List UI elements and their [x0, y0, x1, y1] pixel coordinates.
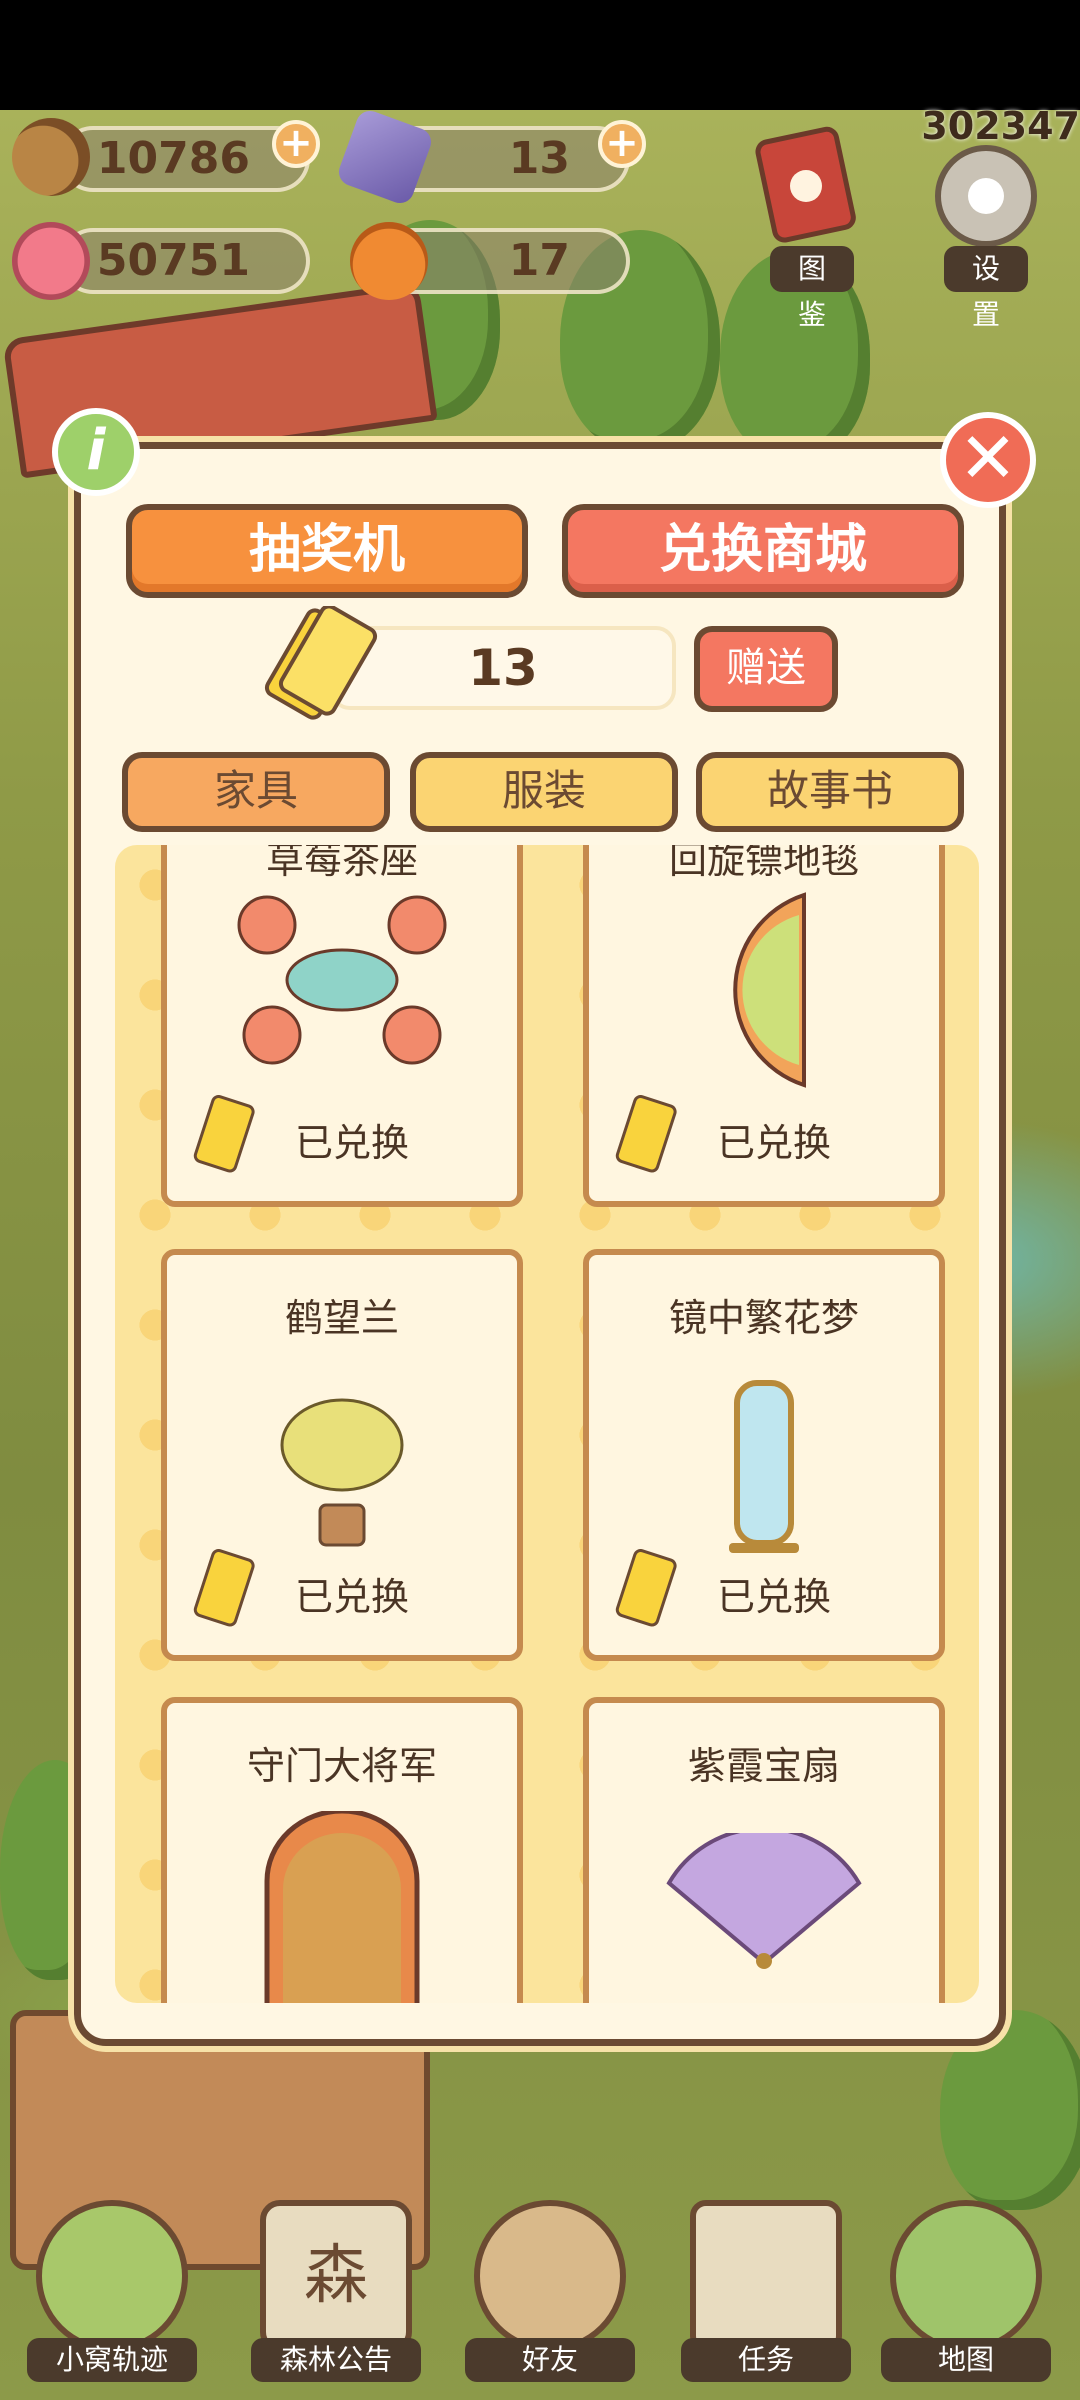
- nav-friends-label: 好友: [465, 2338, 635, 2382]
- nav-forest-notice-label: 森林公告: [251, 2338, 421, 2382]
- ticket-icon: [193, 1094, 263, 1179]
- item-status: 已兑换: [295, 1575, 410, 1619]
- gift-button[interactable]: 赠送: [694, 626, 838, 712]
- add-acorns-button[interactable]: +: [272, 120, 320, 168]
- tab-lottery-machine[interactable]: 抽奖机: [126, 504, 528, 598]
- book-icon: [755, 126, 856, 243]
- ticket-icon: [615, 1094, 685, 1179]
- atlas-label[interactable]: 图鉴: [770, 246, 854, 331]
- item-title: 草莓茶座: [265, 845, 418, 882]
- add-gems-button[interactable]: +: [598, 120, 646, 168]
- folding-fan-icon: [659, 1826, 869, 1977]
- status-bar: [0, 0, 1080, 110]
- map-icon: [890, 2200, 1042, 2352]
- shop-item-card[interactable]: 草莓茶座 已兑换: [161, 845, 523, 1207]
- friends-icon: [474, 2200, 626, 2352]
- clipboard-icon: [690, 2200, 842, 2352]
- mirror-icon: [719, 1379, 809, 1563]
- ticket-icon: [193, 1548, 263, 1633]
- nav-tasks[interactable]: 任务: [676, 2200, 856, 2390]
- shop-item-card[interactable]: 回旋镖地毯 已兑换: [583, 845, 945, 1207]
- atlas-icon[interactable]: [754, 126, 864, 246]
- acorn-icon: [12, 118, 90, 196]
- nav-tasks-label: 任务: [681, 2338, 851, 2382]
- gear-icon[interactable]: [926, 136, 1046, 256]
- category-tab-furniture[interactable]: 家具: [122, 752, 390, 832]
- nav-map[interactable]: 地图: [876, 2200, 1056, 2390]
- nav-map-label: 地图: [881, 2338, 1051, 2382]
- info-button[interactable]: i: [52, 408, 140, 496]
- settings-label[interactable]: 设置: [944, 246, 1028, 331]
- tea-table-icon: [227, 885, 457, 1089]
- shop-item-card[interactable]: 紫霞宝扇: [583, 1697, 945, 2003]
- shop-item-card[interactable]: 守门大将军: [161, 1697, 523, 2003]
- ticket-icon: [254, 604, 384, 730]
- pumpkin-icon: [350, 222, 428, 300]
- shop-item-card[interactable]: 鹤望兰 已兑换: [161, 1249, 523, 1661]
- item-title: 镜中繁花梦: [668, 1296, 859, 1340]
- item-title: 紫霞宝扇: [687, 1744, 840, 1788]
- nav-nest-trail[interactable]: 小窝轨迹: [22, 2200, 202, 2390]
- acorn-value: 10786: [96, 133, 250, 184]
- shop-item-card[interactable]: 镜中繁花梦 已兑换: [583, 1249, 945, 1661]
- nav-forest-notice[interactable]: 森 森林公告: [246, 2200, 426, 2390]
- item-status: 已兑换: [295, 1121, 410, 1165]
- item-list-panel: 草莓茶座 已兑换 回旋镖地毯 已兑换 鹤望兰 已兑换 镜中繁花梦 已兑换 守门大…: [115, 845, 979, 2003]
- nav-friends[interactable]: 好友: [460, 2200, 640, 2390]
- heart-counter: 50751: [60, 228, 310, 294]
- gem-value: 13: [508, 133, 570, 184]
- item-title: 守门大将军: [246, 1744, 437, 1788]
- category-tab-storybook[interactable]: 故事书: [696, 752, 964, 832]
- item-status: 已兑换: [717, 1575, 832, 1619]
- door-icon: [257, 1808, 427, 2003]
- notice-envelope-icon: 森: [260, 2200, 412, 2352]
- tab-exchange-shop[interactable]: 兑换商城: [562, 504, 964, 598]
- heart-icon: [12, 222, 90, 300]
- potted-plant-icon: [272, 1385, 412, 1559]
- boomerang-rug-icon: [694, 885, 834, 1099]
- nav-nest-trail-label: 小窝轨迹: [27, 2338, 197, 2382]
- item-status: 已兑换: [717, 1121, 832, 1165]
- nest-house-icon: [36, 2200, 188, 2352]
- pumpkin-value: 17: [508, 235, 570, 286]
- close-button[interactable]: ✕: [940, 412, 1036, 508]
- category-tab-clothes[interactable]: 服装: [410, 752, 678, 832]
- ticket-icon: [615, 1548, 685, 1633]
- item-title: 鹤望兰: [284, 1296, 399, 1340]
- item-title: 回旋镖地毯: [668, 845, 859, 882]
- heart-value: 50751: [96, 235, 250, 286]
